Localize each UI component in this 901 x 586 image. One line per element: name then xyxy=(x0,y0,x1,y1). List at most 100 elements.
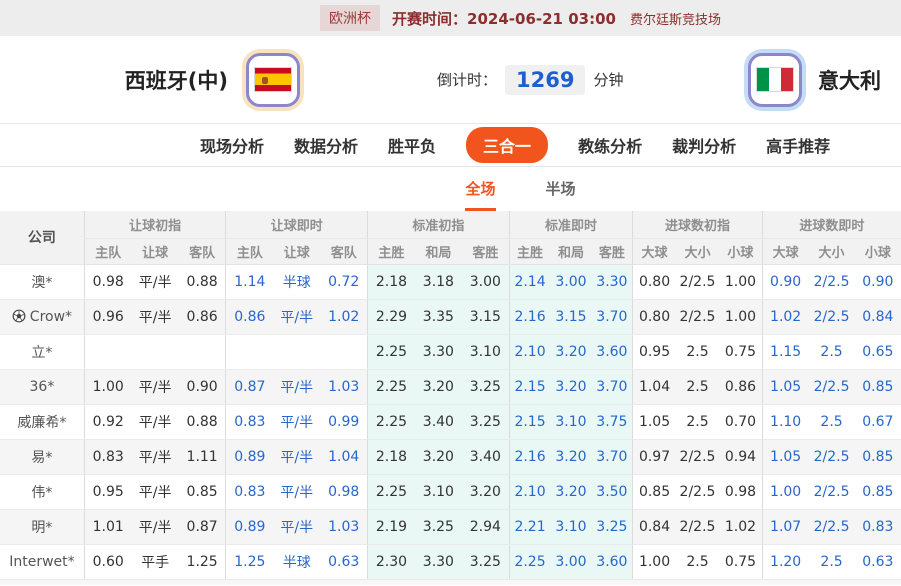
odds-cell: 0.86 xyxy=(179,299,226,334)
odds-cell: 0.70 xyxy=(719,404,762,439)
odds-cell: 2.5 xyxy=(676,544,719,579)
tab-live-analysis[interactable]: 现场分析 xyxy=(200,133,264,157)
odds-cell: 2.14 xyxy=(509,264,550,299)
odds-cell: 0.75 xyxy=(719,544,762,579)
home-team-block: 西班牙(中) xyxy=(0,53,300,107)
odds-cell: 3.70 xyxy=(592,369,633,404)
odds-cell: 1.05 xyxy=(633,404,676,439)
company-cell[interactable]: 易* xyxy=(0,439,84,474)
odds-cell: 平/半 xyxy=(273,369,320,404)
odds-cell: 0.95 xyxy=(84,474,131,509)
home-flag-frame xyxy=(246,53,300,107)
odds-cell: 2.25 xyxy=(368,404,415,439)
tab-three-in-one[interactable]: 三合一 xyxy=(466,127,548,163)
company-cell[interactable]: 明* xyxy=(0,509,84,544)
odds-cell: 0.92 xyxy=(84,404,131,439)
tab-referee-analysis[interactable]: 裁判分析 xyxy=(672,133,736,157)
countdown-label: 倒计时： xyxy=(437,69,497,90)
odds-cell: 0.83 xyxy=(855,509,901,544)
odds-cell: 0.84 xyxy=(855,299,901,334)
odds-cell: 3.60 xyxy=(592,334,633,369)
odds-cell: 1.25 xyxy=(226,544,273,579)
odds-cell: 2.15 xyxy=(509,404,550,439)
odds-cell: 1.05 xyxy=(762,439,808,474)
tab-expert-picks[interactable]: 高手推荐 xyxy=(766,133,830,157)
odds-cell: 3.18 xyxy=(415,264,462,299)
odds-cell xyxy=(132,334,179,369)
odds-cell: 平/半 xyxy=(273,404,320,439)
odds-cell: 平/半 xyxy=(132,299,179,334)
odds-cell: 1.07 xyxy=(762,509,808,544)
subtab-full-match[interactable]: 全场 xyxy=(465,178,495,211)
company-name: 威廉希* xyxy=(17,415,66,431)
odds-cell: 平/半 xyxy=(132,264,179,299)
odds-cell: 0.89 xyxy=(226,509,273,544)
table-row: 伟*0.95平/半0.850.83平/半0.982.253.103.202.10… xyxy=(0,474,901,509)
odds-cell: 3.00 xyxy=(550,264,591,299)
odds-cell: 3.30 xyxy=(415,544,462,579)
odds-cell: 0.84 xyxy=(633,509,676,544)
odds-cell: 0.75 xyxy=(719,334,762,369)
subtab-half-match[interactable]: 半场 xyxy=(546,178,576,211)
odds-cell: 2.25 xyxy=(368,474,415,509)
col-sub-header: 主队 xyxy=(84,238,131,264)
odds-cell: 3.00 xyxy=(462,264,509,299)
company-cell[interactable]: 36* xyxy=(0,369,84,404)
tab-coach-analysis[interactable]: 教练分析 xyxy=(578,133,642,157)
col-sub-header: 客胜 xyxy=(462,238,509,264)
odds-cell: 0.88 xyxy=(179,404,226,439)
company-name: Interwet* xyxy=(9,554,74,570)
odds-cell: 3.20 xyxy=(550,369,591,404)
odds-cell: 0.86 xyxy=(226,299,273,334)
company-cell[interactable]: 威廉希* xyxy=(0,404,84,439)
company-cell[interactable]: 立* xyxy=(0,334,84,369)
company-name: 明* xyxy=(31,520,52,536)
odds-cell: 3.30 xyxy=(415,334,462,369)
table-row: 立*2.253.303.102.103.203.600.952.50.751.1… xyxy=(0,334,901,369)
company-cell[interactable]: 伟* xyxy=(0,474,84,509)
odds-cell: 1.05 xyxy=(762,369,808,404)
odds-cell: 1.00 xyxy=(633,544,676,579)
tab-data-analysis[interactable]: 数据分析 xyxy=(294,133,358,157)
odds-cell: 3.70 xyxy=(592,299,633,334)
odds-cell: 2.16 xyxy=(509,299,550,334)
company-name: Crow* xyxy=(30,309,72,325)
odds-cell: 3.30 xyxy=(592,264,633,299)
odds-cell: 2.94 xyxy=(462,509,509,544)
col-sub-header: 和局 xyxy=(550,238,591,264)
odds-cell: 2.29 xyxy=(368,299,415,334)
company-name: 易* xyxy=(31,450,52,466)
odds-cell: 3.25 xyxy=(462,544,509,579)
odds-cell: 0.97 xyxy=(633,439,676,474)
odds-cell: 1.25 xyxy=(179,544,226,579)
odds-cell: 1.14 xyxy=(226,264,273,299)
odds-cell: 3.20 xyxy=(550,439,591,474)
company-cell[interactable]: 澳* xyxy=(0,264,84,299)
odds-cell: 1.00 xyxy=(762,474,808,509)
sub-tabs: 全场 半场 xyxy=(70,167,901,211)
odds-cell: 半球 xyxy=(273,544,320,579)
col-sub-header: 让球 xyxy=(273,238,320,264)
odds-cell: 3.20 xyxy=(415,439,462,474)
odds-cell: 1.03 xyxy=(320,509,367,544)
col-sub-header: 主胜 xyxy=(509,238,550,264)
tab-win-draw-loss[interactable]: 胜平负 xyxy=(388,133,436,157)
odds-cell: 0.63 xyxy=(320,544,367,579)
company-cell[interactable]: Interwet* xyxy=(0,544,84,579)
odds-cell: 3.00 xyxy=(550,544,591,579)
company-cell[interactable]: Crow* xyxy=(0,299,84,334)
odds-table: 公司让球初指让球即时标准初指标准即时进球数初指进球数即时主队让球客队主队让球客队… xyxy=(0,211,901,580)
odds-cell: 2/2.5 xyxy=(808,264,854,299)
company-name: 伟* xyxy=(31,485,52,501)
odds-cell: 0.80 xyxy=(633,299,676,334)
odds-cell: 平/半 xyxy=(273,474,320,509)
odds-cell: 0.90 xyxy=(762,264,808,299)
col-sub-header: 大小 xyxy=(808,238,854,264)
odds-cell xyxy=(273,334,320,369)
odds-cell: 0.98 xyxy=(719,474,762,509)
league-badge: 欧洲杯 xyxy=(320,5,380,31)
away-team-block: 意大利 xyxy=(748,53,901,107)
top-info-bar: 欧洲杯 开赛时间：2024-06-21 03:00 费尔廷斯竞技场 xyxy=(0,0,901,36)
odds-cell: 0.94 xyxy=(719,439,762,474)
odds-cell: 3.20 xyxy=(462,474,509,509)
